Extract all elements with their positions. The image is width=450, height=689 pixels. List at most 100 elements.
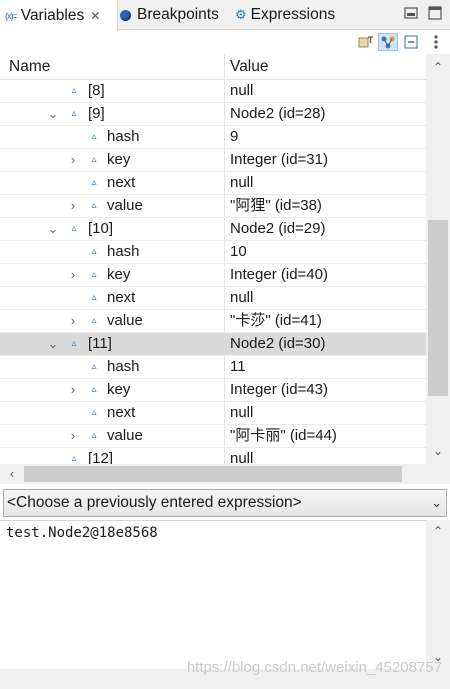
- scroll-down-icon[interactable]: ⌄: [426, 442, 450, 460]
- chevron-right-icon[interactable]: ›: [67, 379, 79, 401]
- breakpoints-icon: [120, 9, 131, 21]
- view-menu-button[interactable]: [426, 33, 446, 51]
- variable-name-cell: ▵ next: [0, 172, 224, 194]
- tab-variables-label: Variables: [20, 6, 85, 24]
- maximize-icon[interactable]: [427, 5, 443, 21]
- view-tab-bar: (x)= Variables ✕ Breakpoints ⚙ Expressio…: [0, 0, 450, 31]
- type-names-icon: [358, 36, 373, 48]
- field-icon: ▵: [71, 338, 77, 349]
- chevron-right-icon[interactable]: ›: [67, 425, 79, 447]
- variable-name-cell: › ▵ value: [0, 310, 224, 332]
- minimize-icon[interactable]: [403, 5, 419, 21]
- hscrollbar-thumb[interactable]: [24, 466, 402, 482]
- table-row[interactable]: ▵ hash 11: [0, 356, 426, 379]
- table-row[interactable]: ▵ next null: [0, 287, 426, 310]
- close-icon[interactable]: ✕: [90, 9, 100, 23]
- table-row[interactable]: ▵ next null: [0, 172, 426, 195]
- variable-value: null: [230, 82, 254, 99]
- variable-name-cell: ▵ hash: [0, 126, 224, 148]
- variable-value: null: [230, 404, 254, 421]
- variable-value: null: [230, 289, 254, 306]
- field-icon: ▵: [91, 384, 97, 395]
- chevron-right-icon[interactable]: ›: [67, 149, 79, 171]
- table-row[interactable]: ▵ hash 10: [0, 241, 426, 264]
- table-row[interactable]: › ▵ value "阿狸" (id=38): [0, 195, 426, 218]
- variable-name: [12]: [88, 450, 114, 464]
- field-icon: ▵: [91, 131, 97, 142]
- detail-scroll-up-icon[interactable]: ⌃: [426, 522, 450, 540]
- table-row[interactable]: ⌄ ▵ [9] Node2 (id=28): [0, 103, 426, 126]
- variable-name: key: [107, 266, 131, 283]
- variable-name-cell: ▵ next: [0, 287, 224, 309]
- field-icon: ▵: [71, 453, 77, 464]
- chevron-down-icon[interactable]: ⌄: [47, 218, 59, 240]
- variable-name: value: [107, 312, 143, 329]
- view-menu-icon: [434, 35, 438, 49]
- expressions-icon: ⚙: [235, 7, 247, 22]
- variable-name-cell: ▵ hash: [0, 356, 224, 378]
- table-row[interactable]: ▵ [8] null: [0, 80, 426, 103]
- variable-name-cell: › ▵ key: [0, 264, 224, 286]
- table-row[interactable]: › ▵ key Integer (id=40): [0, 264, 426, 287]
- variable-name: hash: [107, 358, 140, 375]
- table-row[interactable]: › ▵ value "卡莎" (id=41): [0, 310, 426, 333]
- tab-expressions[interactable]: ⚙ Expressions: [235, 0, 335, 30]
- chevron-down-icon[interactable]: ⌄: [47, 333, 59, 355]
- field-icon: ▵: [91, 407, 97, 418]
- detail-text[interactable]: test.Node2@18e8568: [6, 525, 158, 541]
- scrollbar-thumb[interactable]: [428, 220, 448, 396]
- variable-name: value: [107, 197, 143, 214]
- variable-name: [8]: [88, 82, 105, 99]
- table-row[interactable]: ▵ hash 9: [0, 126, 426, 149]
- variable-value: Node2 (id=28): [230, 105, 326, 122]
- variable-name: [9]: [88, 105, 105, 122]
- table-row[interactable]: ▵ next null: [0, 402, 426, 425]
- chevron-right-icon[interactable]: ›: [67, 310, 79, 332]
- tab-expressions-label: Expressions: [250, 6, 336, 23]
- variable-value: Node2 (id=30): [230, 335, 326, 352]
- show-logical-structure-button[interactable]: [378, 33, 398, 51]
- tree-vertical-scrollbar[interactable]: ⌃ ⌄: [426, 54, 450, 464]
- show-type-names-button[interactable]: [356, 33, 376, 51]
- collapse-all-button[interactable]: [401, 33, 421, 51]
- tree-horizontal-scrollbar[interactable]: ‹: [0, 464, 450, 484]
- scroll-up-icon[interactable]: ⌃: [426, 58, 450, 76]
- expression-combo[interactable]: <Choose a previously entered expression>…: [3, 489, 447, 517]
- tab-variables[interactable]: (x)= Variables ✕: [0, 0, 118, 31]
- variable-name-cell: › ▵ key: [0, 379, 224, 401]
- column-header-value[interactable]: Value: [230, 54, 269, 80]
- table-row[interactable]: ⌄ ▵ [10] Node2 (id=29): [0, 218, 426, 241]
- column-header-name[interactable]: Name: [9, 54, 50, 80]
- variable-value: "阿狸" (id=38): [230, 197, 322, 214]
- table-row[interactable]: › ▵ value "阿卡丽" (id=44): [0, 425, 426, 448]
- table-header: Name Value: [0, 54, 426, 80]
- table-row[interactable]: › ▵ key Integer (id=31): [0, 149, 426, 172]
- scroll-left-icon[interactable]: ‹: [2, 464, 22, 484]
- detail-pane[interactable]: test.Node2@18e8568: [0, 520, 450, 669]
- chevron-down-icon[interactable]: ⌄: [431, 490, 442, 516]
- table-row[interactable]: ▵ [12] null: [0, 448, 426, 464]
- field-icon: ▵: [91, 315, 97, 326]
- field-icon: ▵: [91, 292, 97, 303]
- chevron-right-icon[interactable]: ›: [67, 195, 79, 217]
- detail-vertical-scrollbar[interactable]: ⌃ ⌄: [426, 520, 450, 669]
- variable-name-cell: › ▵ key: [0, 149, 224, 171]
- variable-value: Integer (id=43): [230, 381, 328, 398]
- variable-name: key: [107, 151, 131, 168]
- field-icon: ▵: [91, 154, 97, 165]
- chevron-down-icon[interactable]: ⌄: [47, 103, 59, 125]
- field-icon: ▵: [91, 200, 97, 211]
- variable-name: key: [107, 381, 131, 398]
- variable-name-cell: ▵ next: [0, 402, 224, 424]
- chevron-right-icon[interactable]: ›: [67, 264, 79, 286]
- variable-name: hash: [107, 243, 140, 260]
- variable-value: Integer (id=31): [230, 151, 328, 168]
- tab-breakpoints[interactable]: Breakpoints: [120, 0, 219, 30]
- table-row[interactable]: › ▵ key Integer (id=43): [0, 379, 426, 402]
- variable-name: [11]: [88, 335, 112, 352]
- variable-name-cell: ⌄ ▵ [10]: [0, 218, 224, 240]
- field-icon: ▵: [71, 108, 77, 119]
- variable-name-cell: ▵ [12]: [0, 448, 224, 464]
- table-row[interactable]: ⌄ ▵ [11] Node2 (id=30): [0, 333, 426, 356]
- expression-combo-text: <Choose a previously entered expression>: [7, 494, 302, 511]
